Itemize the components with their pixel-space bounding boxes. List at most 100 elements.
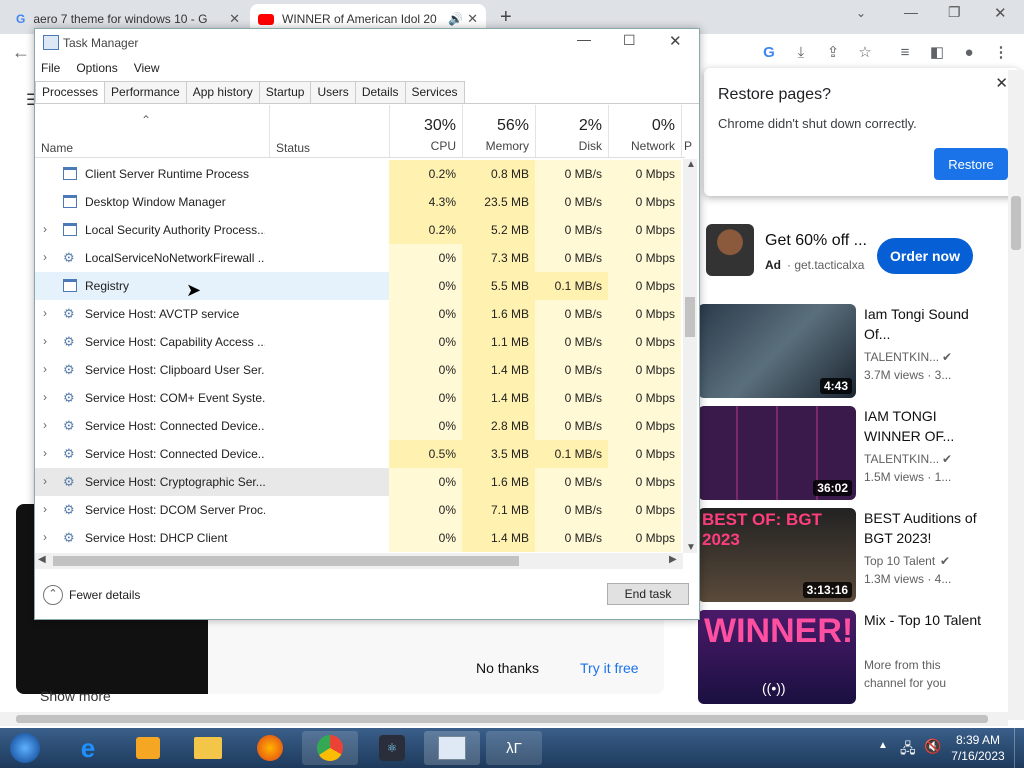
restore-button[interactable]: Restore <box>934 148 1008 180</box>
no-thanks-button[interactable]: No thanks <box>476 660 539 676</box>
video-thumbnail[interactable]: 4:43 <box>698 304 856 398</box>
electron-app-icon[interactable]: ⚛ <box>364 731 420 765</box>
scroll-left-icon[interactable]: ◀ <box>38 554 46 565</box>
table-row[interactable]: Client Server Runtime Process 0.2% 0.8 MB 0… <box>35 160 681 188</box>
firefox-icon[interactable] <box>242 731 298 765</box>
show-hidden-icons-icon[interactable]: ▲ <box>878 740 888 751</box>
col-power[interactable]: P <box>681 105 692 157</box>
end-task-button[interactable]: End task <box>607 583 689 605</box>
task-manager-taskbar-icon[interactable] <box>424 731 480 765</box>
fewer-details-link[interactable]: Fewer details <box>69 588 140 602</box>
video-channel[interactable]: TALENTKIN... <box>864 452 939 466</box>
file-explorer-icon[interactable] <box>180 731 236 765</box>
table-row[interactable]: › ⚙ Service Host: Capability Access ... 0% 1… <box>35 328 681 356</box>
video-thumbnail[interactable]: 36:02 <box>698 406 856 500</box>
minimize-icon[interactable]: — <box>904 4 918 20</box>
menu-kebab-icon[interactable]: ⋮ <box>990 41 1012 63</box>
tab-search-icon[interactable]: ⌄ <box>856 6 866 20</box>
list-hscrollbar[interactable]: ◀ ▶ <box>35 553 683 569</box>
speaker-icon[interactable]: 🔊 <box>448 12 463 26</box>
ad-card[interactable]: Get 60% off ... Ad · get.tacticalxa Orde… <box>698 204 988 290</box>
close-window-icon[interactable]: ✕ <box>994 4 1007 22</box>
expand-chevron-icon[interactable]: › <box>43 530 47 544</box>
close-tab-icon[interactable]: ✕ <box>229 11 240 27</box>
video-title[interactable]: IAM TONGI WINNER OF... <box>864 406 994 446</box>
chrome-icon[interactable] <box>302 731 358 765</box>
internet-explorer-icon[interactable]: e <box>60 731 116 765</box>
restore-window-icon[interactable]: ❐ <box>948 4 961 21</box>
minimize-icon[interactable]: — <box>577 31 591 47</box>
table-row[interactable]: › ⚙ Service Host: Connected Device... 0.5% 3… <box>35 440 681 468</box>
scrollbar-thumb[interactable] <box>1011 196 1021 250</box>
scrollbar-thumb[interactable] <box>685 297 695 337</box>
table-row[interactable]: › ⚙ Service Host: Connected Device... 0% 2.8… <box>35 412 681 440</box>
try-free-button[interactable]: Try it free <box>580 660 639 676</box>
side-panel-icon[interactable]: ◧ <box>926 41 948 63</box>
menu-options[interactable]: Options <box>76 61 117 75</box>
expand-chevron-icon[interactable]: › <box>43 306 47 320</box>
col-memory[interactable]: 56% Memory <box>462 105 535 157</box>
video-channel[interactable]: More from this channel for you <box>864 656 974 692</box>
video-channel[interactable]: Top 10 Talent <box>864 554 935 568</box>
scroll-down-icon[interactable]: ▼ <box>686 542 696 553</box>
col-disk[interactable]: 2% Disk <box>535 105 608 157</box>
tab-app-history[interactable]: App history <box>185 81 260 103</box>
col-name[interactable]: Name <box>41 141 73 155</box>
page-hscrollbar[interactable] <box>0 712 1008 726</box>
tab-details[interactable]: Details <box>354 81 406 103</box>
hscrollbar-thumb[interactable] <box>16 715 988 723</box>
scroll-up-icon[interactable]: ▲ <box>686 159 696 170</box>
tab-users[interactable]: Users <box>310 81 356 103</box>
tab-services[interactable]: Services <box>404 81 465 103</box>
close-icon[interactable]: ✕ <box>669 32 682 50</box>
expand-chevron-icon[interactable]: › <box>43 250 47 264</box>
table-row[interactable]: › ⚙ Service Host: Clipboard User Ser... 0% 1… <box>35 356 681 384</box>
network-icon[interactable]: 🖧 <box>900 738 916 762</box>
close-icon[interactable]: ✕ <box>995 74 1008 92</box>
video-title[interactable]: BEST Auditions of BGT 2023! <box>864 508 994 548</box>
close-tab-icon[interactable]: ✕ <box>467 11 478 27</box>
col-cpu[interactable]: 30% CPU <box>389 105 462 157</box>
table-row[interactable]: › ⚙ Service Host: AVCTP service 0% 1.6 MB 0 M… <box>35 300 681 328</box>
table-row[interactable]: › ⚙ Service Host: DCOM Server Proc... 0% 7.1… <box>35 496 681 524</box>
col-network[interactable]: 0% Network <box>608 105 681 157</box>
expand-chevron-icon[interactable]: › <box>43 446 47 460</box>
table-row[interactable]: › Local Security Authority Process... 0.2%… <box>35 216 681 244</box>
expand-chevron-icon[interactable]: › <box>43 502 47 516</box>
expand-chevron-icon[interactable]: › <box>43 474 47 488</box>
order-now-button[interactable]: Order now <box>877 238 973 274</box>
expand-chevron-icon[interactable]: › <box>43 334 47 348</box>
tab-startup[interactable]: Startup <box>258 81 312 103</box>
table-row[interactable]: › ⚙ LocalServiceNoNetworkFirewall ... 0% 7.3… <box>35 244 681 272</box>
table-row[interactable]: › ⚙ Service Host: Cryptographic Ser... 0% 1.… <box>35 468 681 496</box>
menu-view[interactable]: View <box>134 61 160 75</box>
video-thumbnail[interactable]: WINNER! ((•)) <box>698 610 856 704</box>
hscrollbar-thumb[interactable] <box>53 556 519 566</box>
start-button[interactable] <box>0 731 50 765</box>
video-thumbnail[interactable]: BEST OF: BGT 2023 3:13:16 <box>698 508 856 602</box>
video-title[interactable]: Mix - Top 10 Talent <box>864 610 994 630</box>
expand-chevron-icon[interactable]: › <box>43 362 47 376</box>
page-scrollbar[interactable] <box>1008 70 1024 720</box>
bookmark-star-icon[interactable]: ☆ <box>854 41 876 63</box>
share-icon[interactable]: ⇪ <box>822 41 844 63</box>
scroll-right-icon[interactable]: ▶ <box>669 554 677 565</box>
new-tab-button[interactable]: + <box>500 6 512 29</box>
title-bar[interactable]: Task Manager — ☐ ✕ <box>35 29 699 57</box>
video-channel[interactable]: TALENTKIN... <box>864 350 939 364</box>
profile-icon[interactable]: ● <box>958 41 980 63</box>
table-row[interactable]: Desktop Window Manager 4.3% 23.5 MB 0 MB/s 0… <box>35 188 681 216</box>
language-app-icon[interactable]: λΓ <box>486 731 542 765</box>
back-icon[interactable]: ← <box>10 41 32 63</box>
tab-performance[interactable]: Performance <box>104 81 187 103</box>
expand-chevron-icon[interactable]: › <box>43 390 47 404</box>
install-icon[interactable]: ⤓ <box>790 41 812 63</box>
menu-file[interactable]: File <box>41 61 60 75</box>
clock[interactable]: 8:39 AM 7/16/2023 <box>948 732 1008 764</box>
video-title[interactable]: Iam Tongi Sound Of... <box>864 304 994 344</box>
expand-chevron-icon[interactable]: › <box>43 418 47 432</box>
table-row[interactable]: › ⚙ Service Host: COM+ Event Syste... 0% 1.4… <box>35 384 681 412</box>
table-row[interactable]: › ⚙ Service Host: DHCP Client 0% 1.4 MB 0 MB/… <box>35 524 681 552</box>
expand-chevron-icon[interactable]: › <box>43 222 47 236</box>
maximize-icon[interactable]: ☐ <box>623 32 636 49</box>
